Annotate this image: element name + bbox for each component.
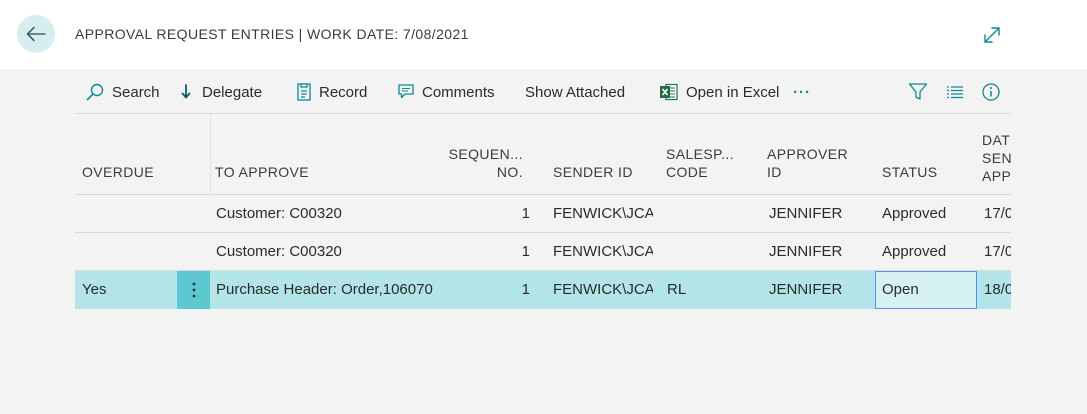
cell-overdue — [82, 195, 172, 233]
cell-status: Approved — [882, 205, 947, 222]
open-in-excel-button[interactable]: Open in Excel — [659, 70, 779, 114]
cell-sender-id: FENWICK\JCA — [553, 243, 653, 260]
show-attached-label: Show Attached — [525, 83, 626, 101]
cell-to-approve[interactable]: Customer: C00320 — [216, 195, 441, 233]
column-header-status[interactable]: STATUS — [882, 115, 972, 195]
more-actions-button[interactable]: ··· — [793, 70, 811, 114]
back-button[interactable] — [17, 15, 55, 53]
cell-approver-id: JENNIFER — [769, 243, 843, 260]
page-title: APPROVAL REQUEST ENTRIES | WORK DATE: 7/… — [75, 26, 469, 42]
column-header-sender-id[interactable]: SENDER ID — [553, 115, 653, 195]
page-header: APPROVAL REQUEST ENTRIES | WORK DATE: 7/… — [0, 0, 1087, 69]
cell-approver-id: JENNIFER — [769, 281, 843, 298]
cell-sender-id: FENWICK\JCA — [553, 281, 653, 298]
search-button[interactable]: Search — [85, 70, 160, 114]
record-button[interactable]: Record — [296, 70, 367, 114]
expand-diagonal-icon — [984, 27, 1000, 43]
cell-sender-id: FENWICK\JCA — [553, 205, 653, 222]
column-header-salesperson-code[interactable]: SALESP... CODE — [666, 115, 746, 195]
cell-sequence-no: 1 — [521, 205, 530, 222]
action-bar: Search Delegate Record Comments Show Att… — [75, 70, 1011, 114]
column-header-date-sent[interactable]: DAT SEN APP — [982, 115, 1011, 195]
delegate-label: Delegate — [202, 83, 263, 101]
cell-salesperson-code — [667, 233, 747, 271]
list-view-icon — [947, 86, 963, 99]
row-actions-button[interactable] — [177, 271, 210, 309]
cell-status: Approved — [882, 243, 947, 260]
cell-date-sent: 18/0 — [984, 281, 1011, 298]
search-label: Search — [112, 83, 160, 101]
cell-approver-id: JENNIFER — [769, 205, 843, 222]
column-header-to-approve[interactable]: TO APPROVE — [215, 115, 415, 195]
cell-overdue — [82, 233, 172, 271]
comments-button[interactable]: Comments — [397, 70, 495, 114]
column-header-row: OVERDUE TO APPROVE SEQUEN... NO. SENDER … — [75, 115, 1011, 195]
cell-salesperson-code: RL — [667, 281, 687, 298]
show-attached-button[interactable]: Show Attached — [525, 70, 625, 114]
cell-status[interactable]: Open — [882, 271, 972, 309]
vertical-dots-icon — [192, 282, 195, 298]
cell-sequence-no: 1 — [521, 281, 530, 298]
cell-date-sent: 17/0 — [984, 243, 1011, 260]
cell-to-approve[interactable]: Purchase Header: Order,106070 — [216, 271, 441, 309]
cell-to-approve[interactable]: Customer: C00320 — [216, 233, 441, 271]
approval-entries-grid: OVERDUE TO APPROVE SEQUEN... NO. SENDER … — [75, 115, 1011, 309]
arrow-down-icon — [181, 84, 191, 99]
open-in-excel-label: Open in Excel — [686, 83, 780, 101]
column-header-overdue[interactable]: OVERDUE — [82, 115, 172, 195]
more-icon: ··· — [793, 83, 811, 101]
list-view-button[interactable] — [945, 82, 965, 102]
record-label: Record — [319, 83, 368, 101]
search-icon — [86, 83, 104, 101]
filter-button[interactable] — [908, 82, 928, 102]
info-icon — [982, 83, 1000, 101]
column-header-approver-id[interactable]: APPROVER ID — [767, 115, 862, 195]
table-row-selected[interactable]: Yes Purchase Header: Order,106070 1 FENW… — [75, 271, 1011, 309]
column-divider — [210, 115, 211, 195]
column-header-sequence-no[interactable]: SEQUEN... NO. — [441, 115, 523, 195]
excel-icon — [660, 83, 678, 101]
filter-icon — [908, 83, 928, 100]
table-row[interactable]: Customer: C00320 1 FENWICK\JCA JENNIFER … — [75, 195, 1011, 233]
cell-sequence-no: 1 — [521, 243, 530, 260]
comments-label: Comments — [422, 83, 495, 101]
expand-button[interactable] — [982, 25, 1002, 45]
comment-icon — [398, 84, 414, 99]
cell-date-sent: 17/0 — [984, 205, 1011, 222]
arrow-left-icon — [26, 26, 46, 42]
cell-overdue: Yes — [82, 281, 107, 298]
info-button[interactable] — [981, 82, 1001, 102]
delegate-button[interactable]: Delegate — [181, 70, 262, 114]
cell-salesperson-code — [667, 195, 747, 233]
record-icon — [297, 83, 311, 101]
table-row[interactable]: Customer: C00320 1 FENWICK\JCA JENNIFER … — [75, 233, 1011, 271]
